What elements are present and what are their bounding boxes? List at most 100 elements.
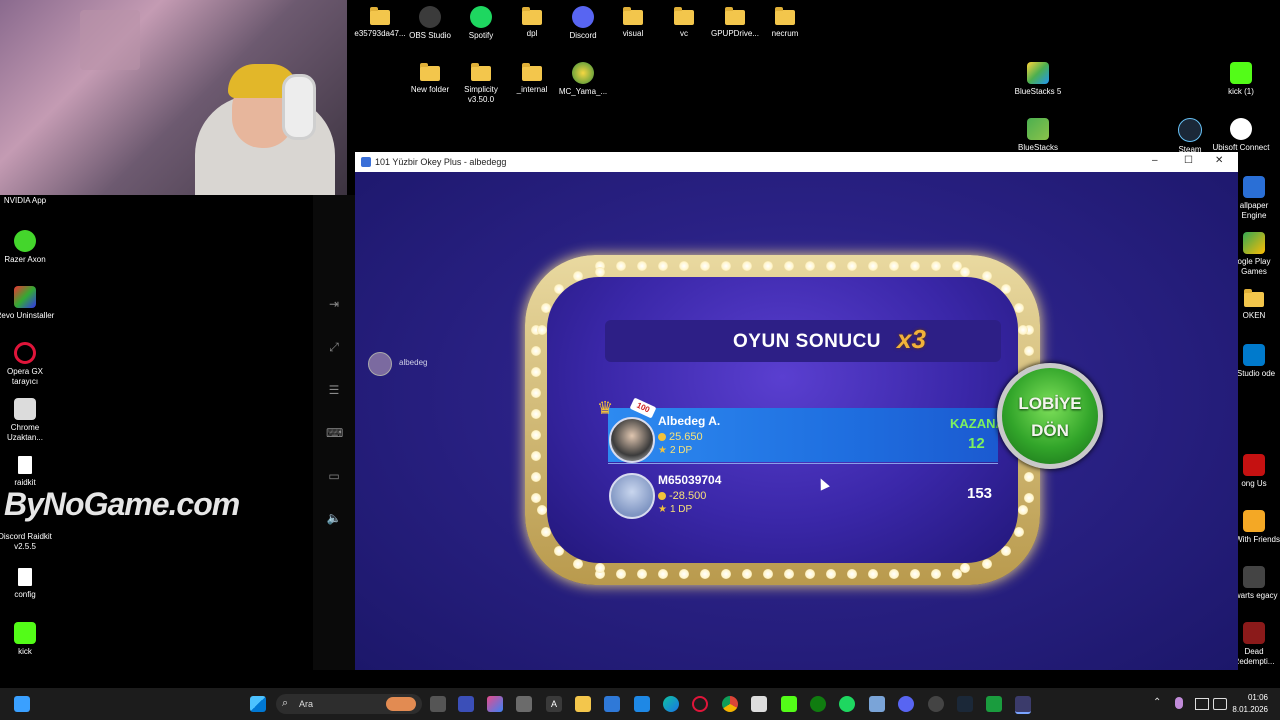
coin-icon <box>658 492 666 500</box>
discord-icon <box>572 6 594 28</box>
monitor-icon[interactable] <box>1195 698 1209 710</box>
marquee-bulb <box>537 505 547 515</box>
tray-chevron-icon[interactable]: ⌃ <box>1153 697 1161 708</box>
revo-icon <box>14 286 36 308</box>
network-icon[interactable] <box>1213 698 1227 710</box>
desktop-icon[interactable]: BlueStacks <box>1008 118 1068 153</box>
marquee-bulb <box>931 261 941 271</box>
search-box[interactable]: ⌕ Ara <box>276 694 422 714</box>
exit-icon[interactable]: ⇥ <box>326 297 342 311</box>
marquee-bulb <box>784 569 794 579</box>
tag-icon[interactable]: ▭ <box>326 469 342 483</box>
kick-icon[interactable] <box>781 696 797 712</box>
folder-icon <box>725 7 745 25</box>
return-to-lobby-button[interactable]: LOBİYE DÖN <box>997 363 1103 469</box>
marquee-bulb <box>537 325 547 335</box>
result-panel: OYUN SONUCU x3 Albedeg A. 25.650 ★ 2 DP K… <box>547 277 1018 563</box>
marquee-bulb <box>805 261 815 271</box>
xbox-icon[interactable] <box>810 696 826 712</box>
desktop-icon[interactable]: Chrome Uzaktan... <box>0 398 55 443</box>
app-icon[interactable] <box>986 696 1002 712</box>
marquee-bulb <box>742 569 752 579</box>
result-board: OYUN SONUCU x3 Albedeg A. 25.650 ★ 2 DP K… <box>525 255 1040 585</box>
app-icon[interactable] <box>869 696 885 712</box>
desktop-icon[interactable]: necrum <box>755 6 815 39</box>
clock-date[interactable]: 8.01.2026 <box>1226 705 1268 714</box>
obs-icon[interactable] <box>928 696 944 712</box>
star-icon: ★ <box>658 504 667 515</box>
desktop-icon[interactable]: BlueStacks 5 <box>1008 62 1068 97</box>
desktop-icon[interactable]: raidkit <box>0 454 55 488</box>
volume-icon[interactable]: 🔈 <box>326 511 342 525</box>
player-score: 12 <box>968 435 985 452</box>
marquee-bulb <box>679 569 689 579</box>
marquee-bulb <box>1018 505 1028 515</box>
sliders-icon[interactable]: ☰ <box>326 383 342 397</box>
game-icon <box>1243 566 1265 588</box>
desktop-icon[interactable]: Ubisoft Connect <box>1211 118 1271 153</box>
spotify-icon[interactable] <box>839 696 855 712</box>
search-placeholder: Ara <box>299 699 314 709</box>
marquee-bulb <box>982 558 993 569</box>
coin-icon <box>658 433 666 441</box>
store-icon[interactable] <box>604 696 620 712</box>
wallpaper-engine-icon <box>1243 176 1265 198</box>
player-avatar[interactable] <box>368 352 392 376</box>
start-icon[interactable] <box>250 696 266 712</box>
app-icon[interactable] <box>516 696 532 712</box>
teams-icon[interactable] <box>458 696 474 712</box>
marquee-bulb <box>910 261 920 271</box>
obs-icon <box>419 6 441 28</box>
marquee-bulb <box>868 261 878 271</box>
expand-icon[interactable]: ⤢ <box>326 340 342 354</box>
player-coins: 25.650 <box>658 431 703 443</box>
marquee-bulb <box>700 569 710 579</box>
discord-icon[interactable] <box>898 696 914 712</box>
marquee-bulb <box>531 430 541 440</box>
player-coins: -28.500 <box>658 490 706 502</box>
marquee-bulb <box>531 451 541 461</box>
edge-icon[interactable] <box>663 696 679 712</box>
app-icon[interactable] <box>751 696 767 712</box>
widgets-icon[interactable] <box>14 696 30 712</box>
steam-icon <box>1178 118 1202 142</box>
clock-time[interactable]: 01:06 <box>1232 693 1268 702</box>
desktop-icon[interactable]: Revo Uninstaller <box>0 286 55 321</box>
file-explorer-icon[interactable] <box>575 696 591 712</box>
chrome-icon[interactable] <box>722 696 738 712</box>
marquee-bulb <box>1024 346 1034 356</box>
among-us-icon <box>1243 454 1265 476</box>
marquee-bulb <box>616 569 626 579</box>
marquee-bulb <box>847 261 857 271</box>
marquee-bulb <box>1018 325 1028 335</box>
maximize-button[interactable]: ☐ <box>1184 155 1193 166</box>
player-score: 153 <box>967 485 993 502</box>
keyboard-icon[interactable]: ⌨ <box>326 426 343 440</box>
marquee-bulb <box>721 261 731 271</box>
lobby-button-line2: DÖN <box>1031 421 1069 440</box>
desktop-icon[interactable]: Opera GX tarayıcı <box>0 342 55 387</box>
folder-icon <box>775 7 795 25</box>
close-button[interactable]: ✕ <box>1215 155 1223 166</box>
opera-gx-icon[interactable] <box>692 696 708 712</box>
desktop-icon[interactable]: kick (1) <box>1211 62 1271 97</box>
window-titlebar[interactable]: 101 Yüzbir Okey Plus - albedegg – ☐ ✕ <box>355 152 1238 172</box>
game-taskbar-icon[interactable] <box>1015 696 1031 714</box>
desktop-icon[interactable]: config <box>0 566 55 600</box>
desktop-icon[interactable]: NVIDIA App <box>0 196 55 206</box>
desktop-icon[interactable]: MC_Yama_... <box>553 62 613 97</box>
desktop-icon[interactable]: kick <box>0 622 55 657</box>
room-background <box>80 10 140 70</box>
ubisoft-icon <box>1230 118 1252 140</box>
steam-icon[interactable] <box>957 696 973 712</box>
font-app-icon[interactable]: A <box>546 696 562 712</box>
minimize-button[interactable]: – <box>1152 155 1158 166</box>
task-view-icon[interactable] <box>430 696 446 712</box>
desktop-icon[interactable]: Discord Raidkit v2.5.5 <box>0 532 55 552</box>
marquee-bulb <box>784 261 794 271</box>
microphone-icon[interactable] <box>1175 697 1183 709</box>
copilot-icon[interactable] <box>487 696 503 712</box>
mail-icon[interactable] <box>634 696 650 712</box>
watermark-logo: ByNoGame.com <box>4 486 240 522</box>
desktop-icon[interactable]: Razer Axon <box>0 230 55 265</box>
